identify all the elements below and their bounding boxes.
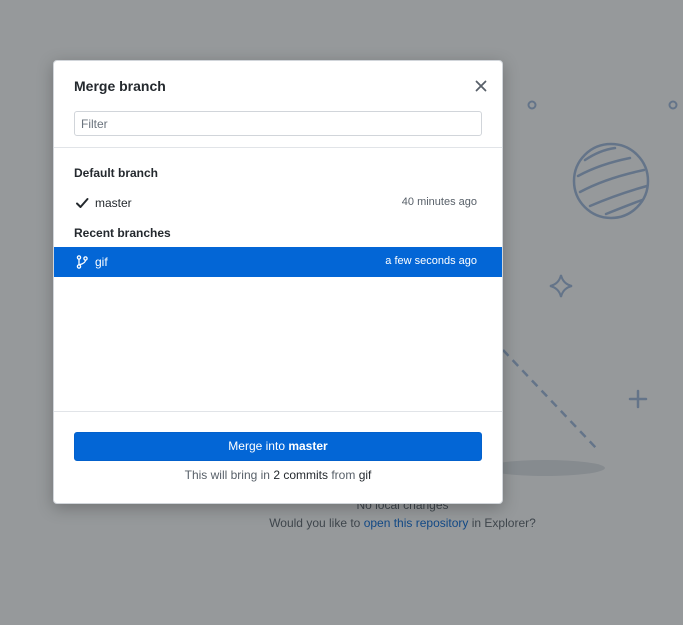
branch-name: master: [95, 196, 132, 210]
merge-summary: This will bring in 2 commits from gif: [54, 468, 502, 482]
filter-input[interactable]: [74, 111, 482, 136]
commit-count: 2 commits: [273, 468, 329, 482]
merge-target-branch: master: [288, 439, 328, 453]
branch-time: a few seconds ago: [385, 255, 477, 267]
check-icon: [76, 198, 89, 208]
merge-summary-prefix: This will bring in: [184, 468, 274, 482]
branch-item-gif[interactable]: gif a few seconds ago: [54, 247, 502, 277]
close-button[interactable]: [472, 77, 490, 95]
group-header-recent-branches: Recent branches: [74, 226, 171, 240]
merge-button[interactable]: Merge into master: [74, 432, 482, 461]
merge-summary-middle: from: [328, 468, 359, 482]
group-header-default-branch: Default branch: [74, 166, 159, 180]
close-icon: [475, 80, 487, 92]
git-branch-icon: [76, 255, 88, 269]
divider: [54, 147, 502, 148]
merge-branch-dialog: Merge branch Default branch master 40 mi…: [53, 60, 503, 504]
branch-time: 40 minutes ago: [401, 196, 477, 208]
dialog-header: Merge branch: [54, 61, 502, 111]
merge-button-prefix: Merge into: [228, 439, 289, 453]
filter-field: [74, 111, 482, 137]
branch-item-master[interactable]: master 40 minutes ago: [54, 188, 502, 218]
source-branch: gif: [358, 468, 372, 482]
branch-name: gif: [95, 255, 108, 269]
dialog-title: Merge branch: [74, 78, 166, 94]
divider: [54, 411, 502, 412]
